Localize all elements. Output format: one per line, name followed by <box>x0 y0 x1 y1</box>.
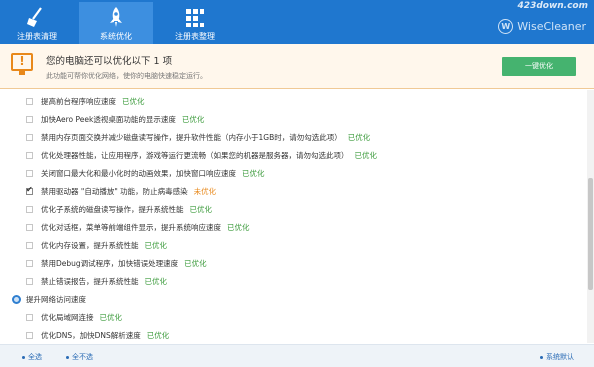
list-item[interactable]: 关闭窗口最大化和最小化时的动画效果，加快窗口响应速度 已优化 <box>0 165 586 183</box>
tab-label: 注册表清理 <box>17 32 57 41</box>
tab-label: 系统优化 <box>100 32 132 41</box>
list-item[interactable]: 提高前台程序响应速度 已优化 <box>0 93 586 111</box>
status-label: 已优化 <box>122 97 145 106</box>
brand-logo: W WiseCleaner <box>498 16 586 36</box>
bullet-icon <box>66 355 69 359</box>
item-checkbox[interactable] <box>26 170 33 177</box>
item-text: 禁用Debug调试程序，加快错误处理速度 <box>41 259 179 268</box>
item-text: 优化DNS，加快DNS解析速度 <box>41 331 141 340</box>
tab-registry-cleaner[interactable]: 注册表清理 <box>0 2 74 44</box>
list-item[interactable]: 禁用内存页面交换并减少磁盘读写操作，提升软件性能（内存小于1GB时，请勿勾选此项… <box>0 129 586 147</box>
list-item[interactable]: 优化子系统的磁盘读写操作，提升系统性能 已优化 <box>0 201 586 219</box>
list-item[interactable]: 禁用Debug调试程序，加快错误处理速度 已优化 <box>0 255 586 273</box>
item-checkbox[interactable] <box>26 152 33 159</box>
watermark: 423down.com <box>517 1 588 11</box>
status-label: 已优化 <box>144 277 168 286</box>
list-item[interactable]: 优化DNS，加快DNS解析速度 已优化 <box>0 327 586 345</box>
select-none-link[interactable]: 全不选 <box>66 352 93 362</box>
footer-bar: 全选 全不选 系统默认 <box>0 344 594 367</box>
item-checkbox[interactable] <box>26 278 33 285</box>
section-header-network[interactable]: 提升网络访问速度 <box>0 291 586 309</box>
item-text: 禁止错误报告，提升系统性能 <box>41 277 139 286</box>
item-text: 优化对话框，菜单等前端组件显示，提升系统响应速度 <box>41 223 221 232</box>
item-checkbox[interactable] <box>26 134 33 141</box>
blocks-icon <box>186 9 204 27</box>
item-checkbox[interactable] <box>26 224 33 231</box>
top-nav-bar: 注册表清理 系统优化 注册表整理 423down.com W WiseClean… <box>0 0 594 44</box>
item-checkbox[interactable] <box>26 314 33 321</box>
select-all-link[interactable]: 全选 <box>22 352 42 362</box>
list-item[interactable]: 禁用驱动器 "自动播放" 功能，防止病毒感染未优化 <box>0 183 586 201</box>
item-text: 禁用内存页面交换并减少磁盘读写操作，提升软件性能（内存小于1GB时，请勿勾选此项… <box>41 133 342 142</box>
status-label: 已优化 <box>144 241 168 250</box>
status-label: 已优化 <box>189 205 213 214</box>
scrollbar-thumb[interactable] <box>588 178 593 290</box>
status-label: 已优化 <box>146 331 170 340</box>
item-text: 提高前台程序响应速度 <box>41 97 116 106</box>
item-text: 加快Aero Peek透视桌面功能的显示速度 <box>41 115 176 124</box>
status-label: 已优化 <box>181 115 205 124</box>
item-checkbox[interactable] <box>26 185 33 195</box>
item-checkbox[interactable] <box>26 116 33 123</box>
list-item[interactable]: 优化局域网连接 已优化 <box>0 309 586 327</box>
tab-registry-defrag[interactable]: 注册表整理 <box>158 2 232 44</box>
list-item[interactable]: 禁止错误报告，提升系统性能 已优化 <box>0 273 586 291</box>
list-item[interactable]: 优化内存设置，提升系统性能 已优化 <box>0 237 586 255</box>
item-text: 优化局域网连接 <box>41 313 94 322</box>
broom-icon <box>27 7 42 27</box>
item-checkbox[interactable] <box>26 206 33 213</box>
bullet-icon <box>22 355 25 359</box>
item-text: 优化处理器性能，让应用程序，游戏等运行更流畅（如果您的机器是服务器，请勿勾选此项… <box>41 151 349 160</box>
status-label: 已优化 <box>184 259 207 268</box>
alert-subtitle: 此功能可帮你优化网络，使你的电脑快速稳定运行。 <box>46 72 207 80</box>
status-label: 未优化 <box>193 187 217 196</box>
vertical-scrollbar[interactable] <box>587 90 594 343</box>
alert-title: 您的电脑还可以优化以下 1 项 <box>46 56 173 67</box>
bullet-icon <box>540 355 543 359</box>
warning-monitor-icon <box>11 53 33 75</box>
list-item[interactable]: 优化处理器性能，让应用程序，游戏等运行更流畅（如果您的机器是服务器，请勿勾选此项… <box>0 147 586 165</box>
select-all-label: 全选 <box>28 353 42 361</box>
item-checkbox[interactable] <box>26 98 33 105</box>
status-label: 已优化 <box>347 133 371 142</box>
system-default-label: 系统默认 <box>546 353 574 361</box>
status-label: 已优化 <box>99 313 123 322</box>
brand-name: WiseCleaner <box>517 19 586 33</box>
wisecleaner-logo-icon: W <box>498 18 514 34</box>
item-text: 禁用驱动器 "自动播放" 功能，防止病毒感染 <box>41 187 188 196</box>
item-text: 优化内存设置，提升系统性能 <box>41 241 139 250</box>
status-label: 已优化 <box>354 151 378 160</box>
globe-icon <box>12 295 21 304</box>
select-none-label: 全不选 <box>72 353 93 361</box>
status-label: 已优化 <box>242 169 265 178</box>
status-label: 已优化 <box>227 223 250 232</box>
tab-label: 注册表整理 <box>175 32 215 41</box>
item-checkbox[interactable] <box>26 260 33 267</box>
section-label: 提升网络访问速度 <box>26 295 86 304</box>
item-checkbox[interactable] <box>26 332 33 339</box>
optimization-list: 提高前台程序响应速度 已优化 加快Aero Peek透视桌面功能的显示速度 已优化 … <box>0 90 586 343</box>
one-click-optimize-button[interactable]: 一键优化 <box>502 57 576 76</box>
list-item[interactable]: 加快Aero Peek透视桌面功能的显示速度 已优化 <box>0 111 586 129</box>
item-text: 关闭窗口最大化和最小化时的动画效果，加快窗口响应速度 <box>41 169 236 178</box>
item-text: 优化子系统的磁盘读写操作，提升系统性能 <box>41 205 184 214</box>
item-checkbox[interactable] <box>26 242 33 249</box>
list-item[interactable]: 优化对话框，菜单等前端组件显示，提升系统响应速度 已优化 <box>0 219 586 237</box>
rocket-icon <box>110 7 122 27</box>
system-default-link[interactable]: 系统默认 <box>540 352 574 362</box>
tab-system-optimizer[interactable]: 系统优化 <box>79 2 153 44</box>
